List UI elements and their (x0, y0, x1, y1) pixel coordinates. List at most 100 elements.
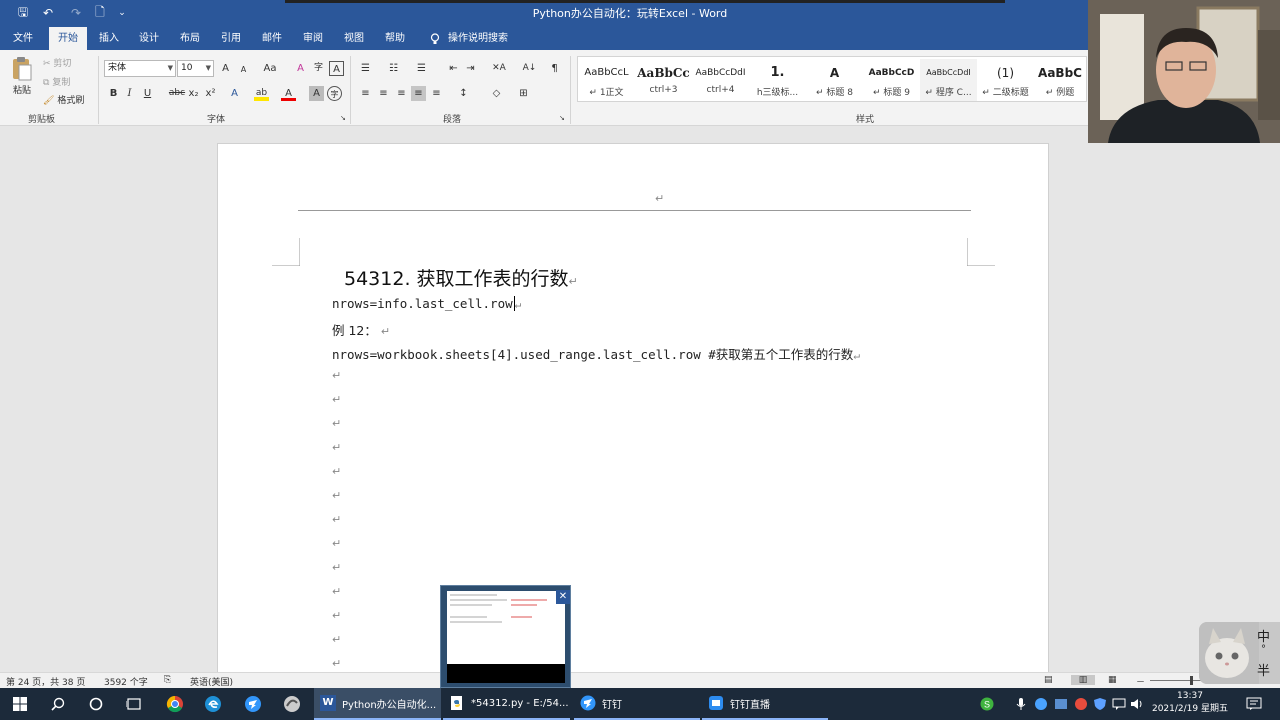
increase-indent-icon[interactable]: ⇥ (463, 61, 478, 76)
app-pinned-icon[interactable] (274, 688, 310, 720)
system-clock[interactable]: 13:37 2021/2/19 星期五 (1148, 690, 1232, 716)
decrease-indent-icon[interactable]: ⇤ (446, 61, 461, 76)
show-marks-icon[interactable]: ¶ (547, 61, 562, 76)
bold-button[interactable]: B (106, 86, 121, 101)
char-shading-icon[interactable]: A (309, 86, 324, 101)
chrome-icon[interactable] (158, 688, 192, 720)
style-ctrl3[interactable]: AaBbCc ctrl+3 (635, 59, 692, 101)
tab-insert[interactable]: 插入 (90, 27, 128, 50)
borders-icon[interactable]: ⊞ (516, 86, 531, 101)
shading-icon[interactable]: ◇ (489, 86, 504, 101)
style-ctrl4[interactable]: AaBbCcDdI ctrl+4 (692, 59, 749, 101)
style-heading8[interactable]: A ↵ 标题 8 (806, 59, 863, 101)
shield-icon[interactable] (1034, 688, 1048, 720)
underline-button[interactable]: U (140, 86, 155, 101)
tab-view[interactable]: 视图 (335, 27, 373, 50)
task-view-icon[interactable] (116, 688, 152, 720)
style-heading9[interactable]: AaBbCcD ↵ 标题 9 (863, 59, 920, 101)
highlight-icon[interactable]: ab (254, 86, 269, 101)
proofing-icon[interactable]: ⎘ (164, 675, 171, 685)
multilevel-list-icon[interactable]: ☰ (414, 61, 429, 76)
font-name-select[interactable]: 宋体 ▼ (104, 60, 176, 77)
microphone-icon[interactable] (1016, 688, 1026, 720)
tab-home[interactable]: 开始 (49, 27, 87, 50)
search-icon[interactable] (40, 688, 76, 720)
strikethrough-button[interactable]: abc (167, 86, 187, 101)
bullets-icon[interactable]: ☰ (358, 61, 373, 76)
enclose-char-icon[interactable]: 字 (327, 86, 342, 101)
paste-icon[interactable] (10, 56, 34, 82)
align-right-icon[interactable]: ≡ (394, 86, 409, 101)
subscript-button[interactable]: x₂ (186, 86, 201, 101)
network-icon[interactable] (1054, 688, 1068, 720)
tab-mailings[interactable]: 邮件 (253, 27, 291, 50)
font-dialog-launcher-icon[interactable]: ↘ (340, 114, 346, 122)
cloud-icon[interactable] (1074, 688, 1088, 720)
language-indicator[interactable]: 英语(美国) (190, 675, 233, 688)
grow-font-icon[interactable]: A (218, 61, 233, 76)
style-program[interactable]: AaBbCcDdI ↵ 程序 C... (920, 59, 977, 101)
web-layout-icon[interactable]: ▦ (1108, 675, 1117, 685)
line-spacing-icon[interactable]: ↕ (456, 86, 471, 101)
windows-start-icon[interactable] (0, 688, 40, 720)
wps-tray-icon[interactable]: S (980, 688, 1000, 720)
superscript-button[interactable]: x² (203, 86, 218, 101)
edge-icon[interactable] (196, 688, 230, 720)
cut-button[interactable]: ✂ 剪切 (43, 56, 71, 69)
tab-references[interactable]: 引用 (212, 27, 250, 50)
save-icon[interactable]: 🖫 (13, 4, 33, 22)
tab-review[interactable]: 审阅 (294, 27, 332, 50)
print-layout-icon[interactable]: ▥ (1071, 675, 1095, 685)
style-example[interactable]: AaBbC ↵ 例题 (1034, 59, 1086, 101)
read-mode-icon[interactable]: ▤ (1044, 675, 1053, 685)
thumbnail-close-icon[interactable]: ✕ (556, 590, 570, 604)
clear-format-icon[interactable]: A (293, 61, 308, 76)
text-effects-icon[interactable]: A (227, 86, 242, 101)
undo-icon[interactable]: ↶ (38, 4, 58, 22)
tab-layout[interactable]: 布局 (171, 27, 209, 50)
font-color-icon[interactable]: A (281, 86, 296, 101)
ime-widget[interactable]: 中 ° 半 (1199, 622, 1280, 684)
cortana-icon[interactable] (78, 688, 114, 720)
chat-icon[interactable] (1112, 688, 1126, 720)
tell-me-search[interactable]: 操作说明搜索 (446, 27, 510, 50)
paragraph-dialog-launcher-icon[interactable]: ↘ (559, 114, 565, 122)
notification-icon[interactable] (1246, 688, 1262, 720)
volume-icon[interactable] (1130, 688, 1144, 720)
word-count[interactable]: 3592 个字 (104, 675, 148, 688)
taskbar-python-app[interactable]: *54312.py - E:/54... (443, 688, 570, 720)
style-heading2[interactable]: (1) ↵ 二级标题 (977, 59, 1034, 101)
tab-file[interactable]: 文件 (4, 27, 42, 50)
change-case-icon[interactable]: Aa (258, 61, 282, 76)
justify-icon[interactable]: ≡ (411, 86, 426, 101)
copy-button[interactable]: ⧉ 复制 (43, 75, 70, 88)
distributed-icon[interactable]: ≡ (429, 86, 444, 101)
align-left-icon[interactable]: ≡ (358, 86, 373, 101)
redo-icon[interactable]: ↷ (66, 4, 86, 22)
align-center-icon[interactable]: ≡ (376, 86, 391, 101)
asian-layout-icon[interactable]: ✕A (489, 61, 509, 76)
style-normal[interactable]: AaBbCcL ↵ 1正文 (578, 59, 635, 101)
sort-icon[interactable]: A↓ (522, 61, 537, 76)
taskbar-word-app[interactable]: W Python办公自动化... (314, 688, 441, 720)
tab-help[interactable]: 帮助 (376, 27, 414, 50)
document-page[interactable]: ↵ 54312. 获取工作表的行数↵ nrows=info.last_cell.… (217, 143, 1049, 673)
zoom-out-button[interactable]: － (1136, 675, 1145, 688)
format-painter-button[interactable]: 🖌 格式刷 (43, 93, 84, 106)
shrink-font-icon[interactable]: A (236, 62, 251, 77)
dingtalk-pinned-icon[interactable] (236, 688, 270, 720)
phonetic-guide-icon[interactable]: 字 (311, 61, 326, 76)
italic-button[interactable]: I (122, 86, 137, 101)
style-heading3[interactable]: 1. h三级标... (749, 59, 806, 101)
paste-button[interactable]: 粘贴 (13, 83, 31, 96)
taskbar-thumbnail-preview[interactable]: ✕ (440, 585, 571, 688)
print-preview-icon[interactable]: 🗋 (90, 4, 110, 22)
char-border-icon[interactable]: A (329, 61, 344, 76)
taskbar-dingtalk-app[interactable]: 钉钉 (574, 688, 700, 720)
page-count[interactable]: 第 24 页，共 38 页 (6, 675, 85, 688)
tab-design[interactable]: 设计 (130, 27, 168, 50)
security-icon[interactable] (1093, 688, 1107, 720)
customize-qa-icon[interactable]: ⌄ (112, 4, 132, 22)
taskbar-dingtalk-live-app[interactable]: 钉钉直播 (702, 688, 828, 720)
font-size-select[interactable]: 10 ▼ (177, 60, 214, 77)
